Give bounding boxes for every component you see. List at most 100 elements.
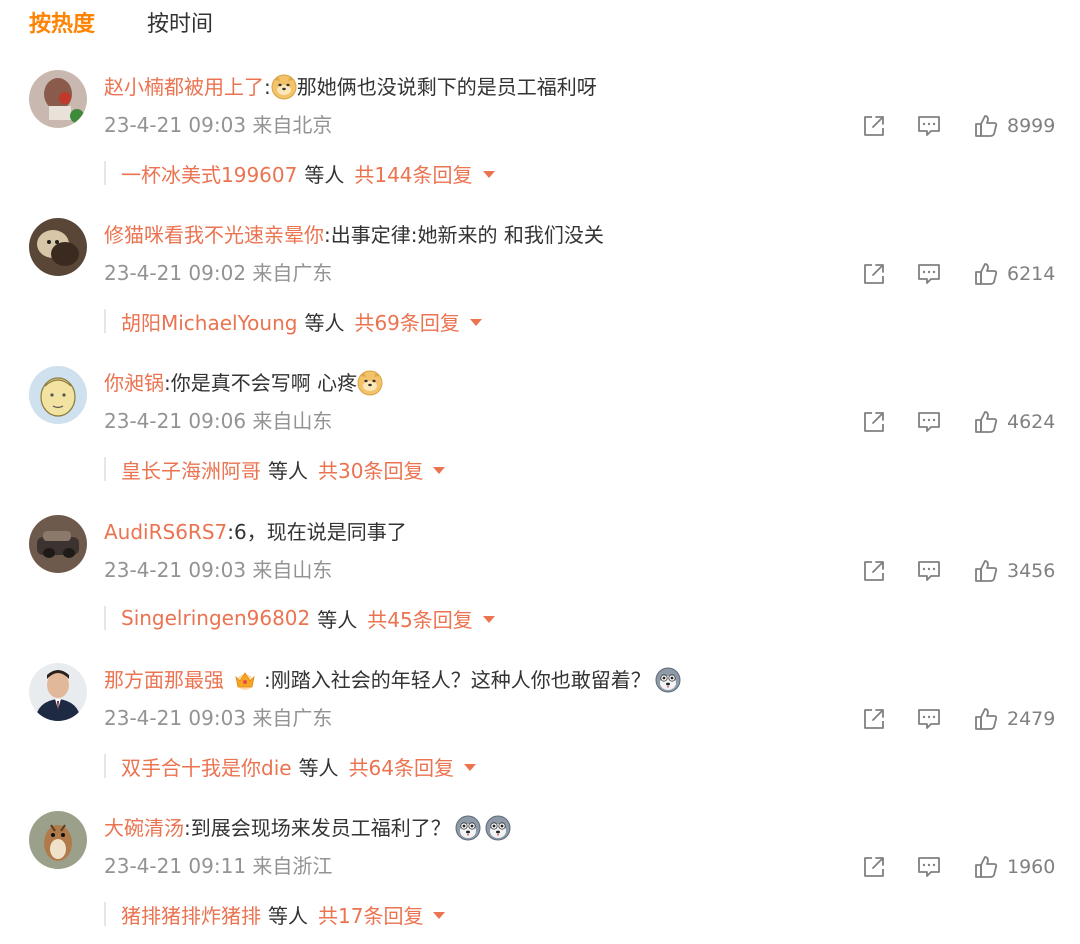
comment-item: 你昶锅 :你是真不会写啊 心疼 23-4-21 09:06 来自山东 4624 … <box>0 366 1080 514</box>
like-count: 6214 <box>1007 263 1056 285</box>
comment-location: 来自广东 <box>252 706 333 730</box>
divider <box>104 754 106 778</box>
comment-location: 来自浙江 <box>252 854 333 878</box>
like-icon[interactable] <box>972 408 1000 436</box>
reply-total-link[interactable]: 共17条回复 <box>318 900 423 929</box>
reply-icon[interactable] <box>915 705 943 733</box>
chevron-down-icon[interactable] <box>482 615 495 623</box>
comment-item: 大碗清汤 :到展会现场来发员工福利了？ 23-4-21 09:11 来自浙江 1… <box>0 811 1080 944</box>
reply-icon[interactable] <box>915 112 943 140</box>
comment-time: 23-4-21 09:03 <box>104 558 247 582</box>
comment-username[interactable]: 大碗清汤 <box>104 813 184 843</box>
reply-username[interactable]: 胡阳MichaelYoung <box>121 307 297 336</box>
divider <box>104 309 106 333</box>
reply-username[interactable]: 双手合十我是你die <box>121 752 292 781</box>
husky-emoji <box>485 815 511 841</box>
comment-text: :你是真不会写啊 心疼 <box>164 371 358 395</box>
comment-text: :到展会现场来发员工福利了？ <box>184 816 451 840</box>
chevron-down-icon[interactable] <box>482 170 495 178</box>
comment-meta: 23-4-21 09:03 来自山东 <box>104 555 332 585</box>
avatar[interactable] <box>29 70 87 128</box>
reply-username[interactable]: 猪排猪排炸猪排 <box>121 900 261 929</box>
reply-summary[interactable]: 双手合十我是你die 等人 共64条回复 <box>104 751 477 781</box>
share-icon[interactable] <box>860 112 888 140</box>
tab-by-hot[interactable]: 按热度 <box>29 8 95 42</box>
comment-actions: 8999 <box>860 112 1055 140</box>
like-icon[interactable] <box>972 557 1000 585</box>
like-count: 1960 <box>1007 856 1056 878</box>
comment-text: 那她俩也没说剩下的是员工福利呀 <box>296 75 597 99</box>
avatar[interactable] <box>29 811 87 869</box>
comment-location: 来自山东 <box>252 409 333 433</box>
reply-icon[interactable] <box>915 557 943 585</box>
comment-location: 来自广东 <box>252 261 333 285</box>
comment-time: 23-4-21 09:03 <box>104 113 247 137</box>
share-icon[interactable] <box>860 260 888 288</box>
reply-total-link[interactable]: 共30条回复 <box>318 455 423 484</box>
reply-total-link[interactable]: 共64条回复 <box>349 752 454 781</box>
reply-etc: 等人 <box>268 903 308 928</box>
comment-actions: 3456 <box>860 557 1055 585</box>
avatar[interactable] <box>29 218 87 276</box>
comment-meta: 23-4-21 09:02 来自广东 <box>104 258 332 288</box>
share-icon[interactable] <box>860 853 888 881</box>
reply-icon[interactable] <box>915 408 943 436</box>
comment-item: 修猫咪看我不光速亲晕你 :出事定律:她新来的 和我们没关 23-4-21 09:… <box>0 218 1080 366</box>
comment-item: 那方面那最强 :刚踏入社会的年轻人？这种人你也敢留着？ 23-4-21 09:0… <box>0 663 1080 811</box>
reply-icon[interactable] <box>915 260 943 288</box>
reply-etc: 等人 <box>268 458 308 483</box>
reply-total-link[interactable]: 共45条回复 <box>367 604 472 633</box>
reply-etc: 等人 <box>304 162 345 187</box>
comment-username[interactable]: AudiRS6RS7 <box>104 517 227 547</box>
comment-username[interactable]: 你昶锅 <box>104 368 164 398</box>
chevron-down-icon[interactable] <box>433 466 446 474</box>
like-icon[interactable] <box>972 853 1000 881</box>
reply-icon[interactable] <box>915 853 943 881</box>
doge-emoji <box>271 74 297 100</box>
comment-text: :6，现在说是同事了 <box>227 520 407 544</box>
avatar[interactable] <box>29 366 87 424</box>
reply-total-link[interactable]: 共144条回复 <box>354 159 472 188</box>
reply-username[interactable]: 一杯冰美式199607 <box>121 159 297 188</box>
like-count: 3456 <box>1007 560 1056 582</box>
avatar[interactable] <box>29 663 87 721</box>
share-icon[interactable] <box>860 705 888 733</box>
comment-item: AudiRS6RS7 :6，现在说是同事了 23-4-21 09:03 来自山东… <box>0 515 1080 663</box>
comment-actions: 4624 <box>860 408 1055 436</box>
like-icon[interactable] <box>972 112 1000 140</box>
reply-summary[interactable]: 胡阳MichaelYoung 等人 共69条回复 <box>104 306 482 336</box>
avatar[interactable] <box>29 515 87 573</box>
reply-total-link[interactable]: 共69条回复 <box>354 307 459 336</box>
comment-username[interactable]: 那方面那最强 <box>104 665 224 695</box>
chevron-down-icon[interactable] <box>469 318 482 326</box>
doge-emoji <box>357 370 383 396</box>
comment-username[interactable]: 赵小楠都被用上了 <box>104 72 264 102</box>
like-count: 8999 <box>1007 115 1056 137</box>
chevron-down-icon[interactable] <box>433 911 446 919</box>
comment-item: 赵小楠都被用上了 : 那她俩也没说剩下的是员工福利呀 23-4-21 09:03… <box>0 70 1080 218</box>
like-icon[interactable] <box>972 260 1000 288</box>
divider <box>104 606 106 630</box>
comment-text: :出事定律:她新来的 和我们没关 <box>324 223 604 247</box>
reply-etc: 等人 <box>317 607 358 632</box>
reply-etc: 等人 <box>298 755 339 780</box>
reply-etc: 等人 <box>304 310 345 335</box>
divider <box>104 457 106 481</box>
reply-summary[interactable]: Singelringen96802 等人 共45条回复 <box>104 603 495 633</box>
comment-text: :刚踏入社会的年轻人？这种人你也敢留着？ <box>264 668 651 692</box>
comment-time: 23-4-21 09:03 <box>104 706 247 730</box>
reply-summary[interactable]: 皇长子海洲阿哥 等人 共30条回复 <box>104 454 446 484</box>
comment-meta: 23-4-21 09:03 来自广东 <box>104 703 332 733</box>
reply-summary[interactable]: 一杯冰美式199607 等人 共144条回复 <box>104 158 495 188</box>
comment-username[interactable]: 修猫咪看我不光速亲晕你 <box>104 220 324 250</box>
tab-by-time[interactable]: 按时间 <box>147 8 213 42</box>
reply-summary[interactable]: 猪排猪排炸猪排 等人 共17条回复 <box>104 899 446 929</box>
share-icon[interactable] <box>860 557 888 585</box>
share-icon[interactable] <box>860 408 888 436</box>
comment-location: 来自北京 <box>252 113 333 137</box>
reply-username[interactable]: Singelringen96802 <box>121 606 310 630</box>
chevron-down-icon[interactable] <box>464 763 477 771</box>
comment-location: 来自山东 <box>252 558 333 582</box>
like-icon[interactable] <box>972 705 1000 733</box>
reply-username[interactable]: 皇长子海洲阿哥 <box>121 455 261 484</box>
